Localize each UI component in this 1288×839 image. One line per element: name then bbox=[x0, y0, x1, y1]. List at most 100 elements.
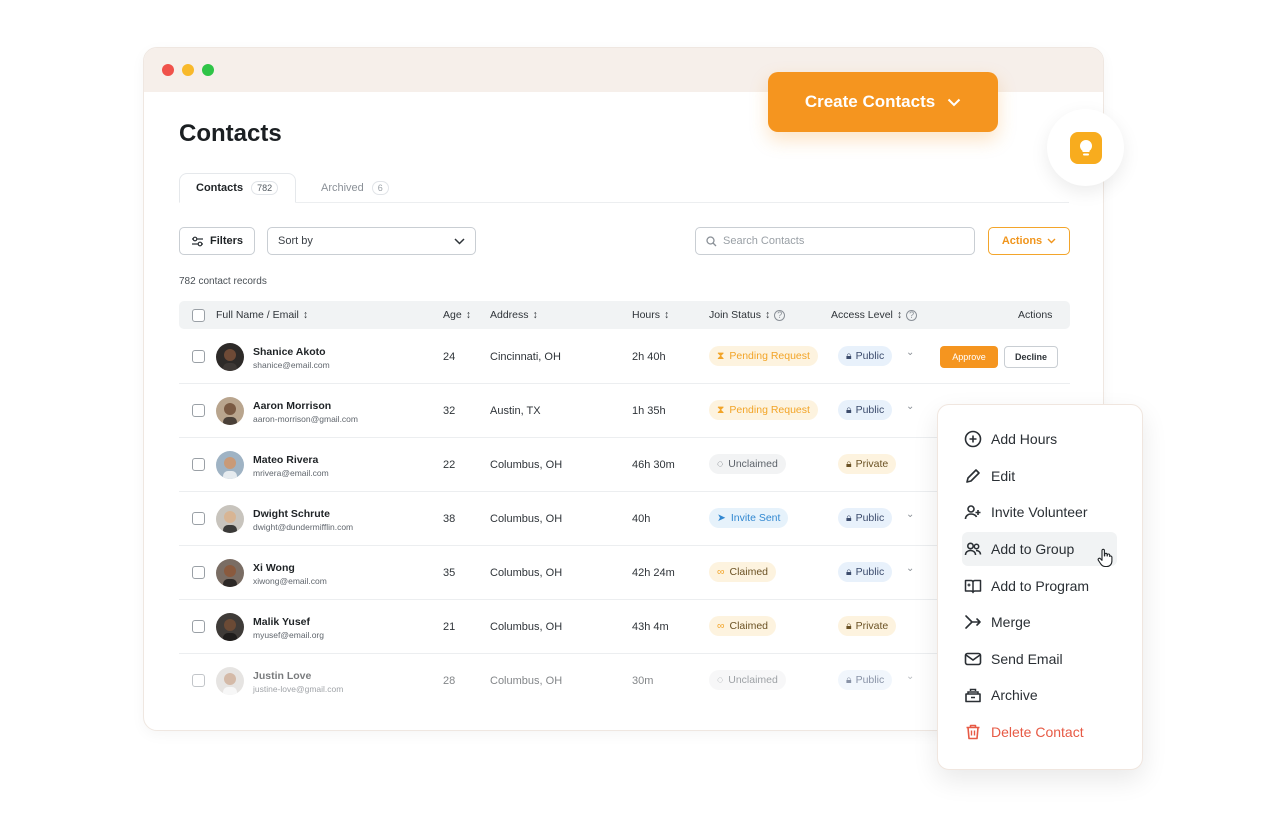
contact-email: myusef@email.org bbox=[253, 630, 324, 640]
tab-contacts-label: Contacts bbox=[196, 182, 244, 194]
menu-item-edit[interactable]: Edit bbox=[964, 459, 1015, 493]
menu-item-label: Add to Group bbox=[991, 541, 1075, 557]
row-checkbox[interactable] bbox=[192, 404, 205, 417]
access-level-label: Private bbox=[855, 458, 889, 470]
access-level-badge[interactable]: 🔒︎ Public bbox=[838, 670, 893, 690]
menu-item-label: Edit bbox=[991, 468, 1016, 484]
lock-icon: 🔒︎ bbox=[846, 349, 852, 362]
minimize-window-dot[interactable] bbox=[182, 64, 194, 76]
link-icon: ∞ bbox=[717, 620, 725, 632]
maximize-window-dot[interactable] bbox=[202, 64, 214, 76]
column-hours[interactable]: Hours ↕ bbox=[632, 301, 669, 329]
chevron-down-icon bbox=[947, 98, 961, 106]
decline-button[interactable]: Decline bbox=[1004, 346, 1058, 368]
access-level-label: Public bbox=[855, 512, 885, 524]
contact-name[interactable]: Aaron Morrison bbox=[253, 400, 331, 412]
lock-icon: 🔒︎ bbox=[846, 511, 852, 524]
search-icon bbox=[706, 235, 717, 246]
access-level-badge[interactable]: 🔒︎ Private bbox=[838, 454, 897, 474]
row-checkbox[interactable] bbox=[192, 674, 205, 687]
column-name[interactable]: Full Name / Email ↕ bbox=[216, 301, 308, 329]
join-status-label: Claimed bbox=[729, 620, 769, 632]
menu-item-add-hours[interactable]: Add Hours bbox=[964, 422, 1057, 456]
contact-age: 28 bbox=[443, 675, 456, 687]
chevron-down-icon[interactable]: ⌄ bbox=[906, 563, 914, 574]
column-hours-label: Hours bbox=[632, 309, 661, 321]
menu-item-invite-volunteer[interactable]: Invite Volunteer bbox=[964, 495, 1088, 529]
table-row[interactable]: Shanice Akoto shanice@email.com 24 Cinci… bbox=[179, 330, 1070, 384]
contact-age: 22 bbox=[443, 459, 456, 471]
contact-email: xiwong@email.com bbox=[253, 576, 327, 586]
contact-name[interactable]: Justin Love bbox=[253, 670, 311, 682]
chevron-down-icon bbox=[1047, 238, 1056, 244]
record-count: 782 contact records bbox=[179, 276, 267, 287]
actions-dropdown-button[interactable]: Actions bbox=[988, 227, 1070, 255]
contact-name[interactable]: Dwight Schrute bbox=[253, 508, 330, 520]
access-level-badge[interactable]: 🔒︎ Public bbox=[838, 562, 893, 582]
menu-item-add-to-program[interactable]: Add to Program bbox=[964, 569, 1089, 603]
lightbulb-icon bbox=[1079, 139, 1092, 155]
help-icon[interactable]: ? bbox=[906, 309, 918, 321]
contact-age: 24 bbox=[443, 351, 456, 363]
row-checkbox[interactable] bbox=[192, 620, 205, 633]
create-contacts-button[interactable]: Create Contacts bbox=[768, 72, 998, 132]
actions-context-menu: Add Hours Edit Invite Volunteer Add to G… bbox=[937, 404, 1143, 770]
join-status-label: Unclaimed bbox=[728, 458, 778, 470]
access-level-badge[interactable]: 🔒︎ Public bbox=[838, 400, 893, 420]
access-level-label: Public bbox=[855, 350, 885, 362]
hand-pointer-cursor-icon bbox=[1097, 548, 1113, 568]
contact-name[interactable]: Xi Wong bbox=[253, 562, 295, 574]
select-all-checkbox[interactable] bbox=[192, 308, 205, 322]
contact-email: dwight@dundermifflin.com bbox=[253, 522, 354, 532]
access-level-label: Public bbox=[855, 566, 885, 578]
column-address[interactable]: Address ↕ bbox=[490, 301, 538, 329]
access-level-badge[interactable]: 🔒︎ Public bbox=[838, 508, 893, 528]
chevron-down-icon[interactable]: ⌄ bbox=[906, 401, 914, 412]
access-level-label: Public bbox=[855, 404, 885, 416]
row-checkbox[interactable] bbox=[192, 566, 205, 579]
tips-button[interactable] bbox=[1047, 109, 1124, 186]
user-plus-icon bbox=[964, 505, 981, 520]
sort-icon: ↕ bbox=[664, 309, 670, 321]
column-age[interactable]: Age ↕ bbox=[443, 301, 471, 329]
chevron-down-icon[interactable]: ⌄ bbox=[906, 671, 914, 682]
approve-button[interactable]: Approve bbox=[940, 346, 998, 368]
menu-item-archive[interactable]: Archive bbox=[964, 678, 1038, 712]
contact-address: Columbus, OH bbox=[490, 459, 563, 471]
contact-email: shanice@email.com bbox=[253, 360, 330, 370]
access-level-badge[interactable]: 🔒︎ Private bbox=[838, 616, 897, 636]
chevron-down-icon[interactable]: ⌄ bbox=[906, 509, 914, 520]
dashed-circle-icon: ◌ bbox=[717, 674, 724, 686]
column-join-status[interactable]: Join Status ↕? bbox=[709, 301, 786, 329]
menu-item-add-to-group[interactable]: Add to Group bbox=[964, 532, 1074, 566]
join-status-label: Claimed bbox=[729, 566, 769, 578]
sort-by-select[interactable]: Sort by bbox=[267, 227, 476, 255]
row-checkbox[interactable] bbox=[192, 512, 205, 525]
avatar bbox=[216, 613, 244, 641]
avatar bbox=[216, 667, 244, 695]
contact-name[interactable]: Mateo Rivera bbox=[253, 454, 318, 466]
contact-name[interactable]: Shanice Akoto bbox=[253, 346, 326, 358]
help-icon[interactable]: ? bbox=[774, 309, 786, 321]
create-contacts-label: Create Contacts bbox=[804, 92, 936, 111]
access-level-badge[interactable]: 🔒︎ Public bbox=[838, 346, 893, 366]
search-input[interactable]: Search Contacts bbox=[695, 227, 975, 255]
chevron-down-icon[interactable]: ⌄ bbox=[906, 347, 914, 358]
menu-item-delete-contact[interactable]: Delete Contact bbox=[964, 715, 1084, 749]
tab-contacts[interactable]: Contacts 782 bbox=[179, 173, 296, 203]
close-window-dot[interactable] bbox=[162, 64, 174, 76]
tab-archived[interactable]: Archived 6 bbox=[305, 173, 405, 203]
contact-age: 35 bbox=[443, 567, 456, 579]
menu-item-merge[interactable]: Merge bbox=[964, 605, 1031, 639]
menu-item-send-email[interactable]: Send Email bbox=[964, 642, 1063, 676]
row-checkbox[interactable] bbox=[192, 350, 205, 363]
column-access-level[interactable]: Access Level ↕? bbox=[831, 301, 918, 329]
filters-button[interactable]: Filters bbox=[179, 227, 255, 255]
link-icon: ∞ bbox=[717, 566, 725, 578]
tab-archived-count: 6 bbox=[371, 181, 389, 195]
menu-item-label: Add Hours bbox=[991, 431, 1058, 447]
row-checkbox[interactable] bbox=[192, 458, 205, 471]
contact-name[interactable]: Malik Yusef bbox=[253, 616, 310, 628]
join-status-label: Unclaimed bbox=[728, 674, 778, 686]
menu-item-label: Add to Program bbox=[991, 578, 1090, 594]
